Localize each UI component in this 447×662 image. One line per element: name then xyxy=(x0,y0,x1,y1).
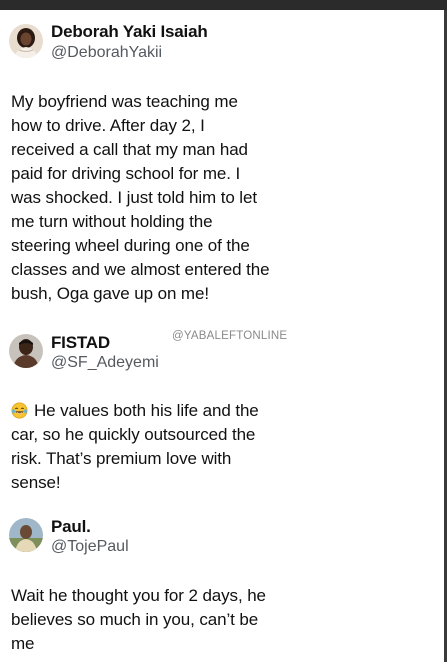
tweet-line: classes and we almost entered the xyxy=(11,260,270,279)
tweet-line: steering wheel during one of the xyxy=(11,236,250,255)
tweet-line: me xyxy=(11,634,35,653)
author-name[interactable]: Deborah Yaki Isaiah xyxy=(51,22,208,42)
profile-photo-outdoor-icon xyxy=(9,518,43,552)
avatar-fistad[interactable] xyxy=(9,334,43,368)
tweet-line: how to drive. After day 2, I xyxy=(11,116,205,135)
author-handle[interactable]: @DeborahYakii xyxy=(51,44,162,62)
avatar-paul[interactable] xyxy=(9,518,43,552)
tweet-line: My boyfriend was teaching me xyxy=(11,92,238,111)
tweet-line: me turn without holding the xyxy=(11,212,213,231)
tweet-text: He values both his life and the car, so … xyxy=(11,399,431,495)
tweet-line: sense! xyxy=(11,473,61,492)
tweet-line: believes so much in you, can’t be xyxy=(11,610,259,629)
tweet-line: risk. That’s premium love with xyxy=(11,449,232,468)
profile-photo-man-icon xyxy=(9,334,43,368)
tweet-line: paid for driving school for me. I xyxy=(11,164,241,183)
tweet-line: Wait he thought you for 2 days, he xyxy=(11,586,266,605)
author-name[interactable]: FISTAD xyxy=(51,333,110,353)
tweet-line: car, so he quickly outsourced the xyxy=(11,425,256,444)
author-handle[interactable]: @TojePaul xyxy=(51,538,129,556)
laughing-tears-emoji-icon xyxy=(11,402,28,419)
watermark: @YABALEFTONLINE xyxy=(172,330,288,342)
tweet-line-text: He values both his life and the xyxy=(34,401,259,420)
tweet-line: He values both his life and the xyxy=(11,399,431,423)
tweet-text: Wait he thought you for 2 days, he belie… xyxy=(11,584,431,656)
tweet-line: was shocked. I just told him to let xyxy=(11,188,257,207)
author-name[interactable]: Paul. xyxy=(51,517,91,537)
author-handle[interactable]: @SF_Adeyemi xyxy=(51,354,159,372)
avatar-deborah[interactable] xyxy=(9,24,43,58)
profile-photo-woman-icon xyxy=(9,24,43,58)
tweet-line: received a call that my man had xyxy=(11,140,248,159)
tweet-line: bush, Oga gave up on me! xyxy=(11,284,209,303)
tweet-text: My boyfriend was teaching me how to driv… xyxy=(11,90,431,306)
window-top-bar xyxy=(0,0,447,10)
